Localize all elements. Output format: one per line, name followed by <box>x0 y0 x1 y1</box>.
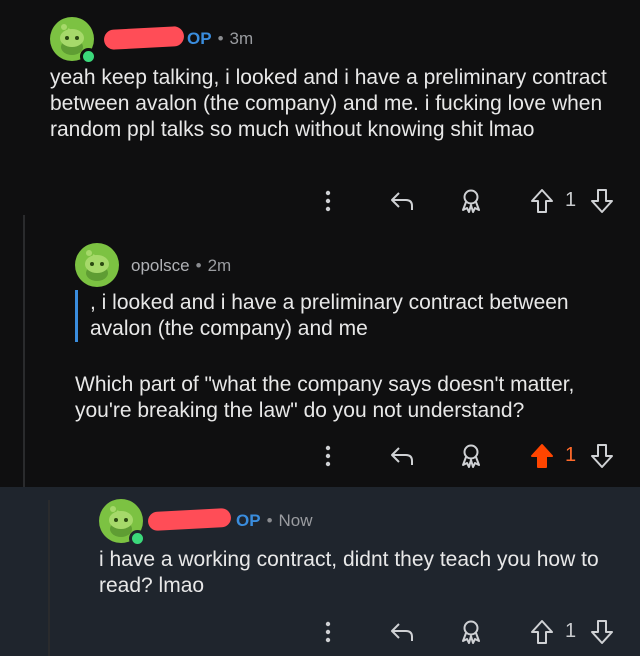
vote-count: 1 <box>565 620 577 642</box>
downvote-icon <box>591 444 613 468</box>
award-button[interactable] <box>456 187 486 215</box>
avatar[interactable] <box>75 243 119 287</box>
comment-meta: OP • 3m <box>187 29 253 49</box>
more-options-button[interactable] <box>316 187 340 215</box>
snoo-avatar-icon <box>85 250 109 281</box>
quoted-text: , i looked and i have a preliminary cont… <box>75 290 615 342</box>
op-badge[interactable]: OP <box>236 511 261 530</box>
more-options-button[interactable] <box>316 618 340 646</box>
upvote-icon <box>531 620 553 644</box>
reply-button[interactable] <box>388 442 418 470</box>
upvote-button-active[interactable] <box>528 442 556 470</box>
comment-time: 3m <box>229 29 254 48</box>
award-icon <box>462 620 480 644</box>
comment-meta: OP • Now <box>236 511 313 531</box>
op-badge[interactable]: OP <box>187 29 212 48</box>
comment-time: Now <box>278 511 313 530</box>
vote-count: 1 <box>565 189 577 211</box>
upvote-button[interactable] <box>528 187 556 215</box>
online-status-dot <box>129 530 146 547</box>
meta-separator: • <box>266 511 273 530</box>
upvote-icon <box>531 189 553 213</box>
award-icon <box>462 444 480 468</box>
comment-meta: opolsce • 2m <box>131 256 231 276</box>
award-icon <box>462 189 480 213</box>
reply-icon <box>391 623 413 641</box>
comment-actions: 1 <box>0 618 640 646</box>
reply-icon <box>391 447 413 465</box>
award-button[interactable] <box>456 618 486 646</box>
comment-body: Which part of "what the company says doe… <box>75 373 575 422</box>
online-status-dot <box>80 48 97 65</box>
reply-button[interactable] <box>388 618 418 646</box>
more-icon <box>325 621 331 643</box>
comment-time: 2m <box>207 256 232 275</box>
downvote-icon <box>591 189 613 213</box>
reply-icon <box>391 192 413 210</box>
upvote-filled-icon <box>531 444 553 468</box>
comment-actions: 1 <box>0 187 640 215</box>
more-options-button[interactable] <box>316 442 340 470</box>
comment-author[interactable]: opolsce <box>131 256 190 275</box>
downvote-icon <box>591 620 613 644</box>
more-icon <box>325 190 331 212</box>
reply-button[interactable] <box>388 187 418 215</box>
downvote-button[interactable] <box>588 618 616 646</box>
meta-separator: • <box>195 256 202 275</box>
comment-body: yeah keep talking, i looked and i have a… <box>50 66 607 141</box>
redacted-username <box>103 25 185 51</box>
more-icon <box>325 445 331 467</box>
meta-separator: • <box>217 29 224 48</box>
downvote-button[interactable] <box>588 187 616 215</box>
vote-count: 1 <box>565 444 577 466</box>
comment-body: i have a working contract, didnt they te… <box>99 548 599 597</box>
upvote-button[interactable] <box>528 618 556 646</box>
comment-actions: 1 <box>0 442 640 470</box>
award-button[interactable] <box>456 442 486 470</box>
downvote-button[interactable] <box>588 442 616 470</box>
